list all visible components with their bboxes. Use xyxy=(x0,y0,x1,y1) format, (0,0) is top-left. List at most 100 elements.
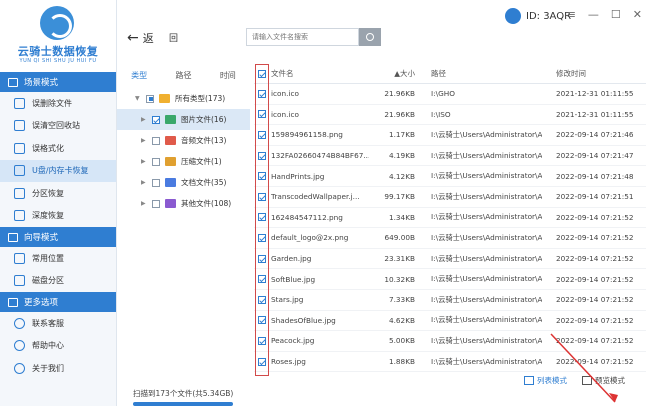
app-logo: 云骑士数据恢复 YUN QI SHI SHU JU HUI FU xyxy=(0,0,116,72)
nav-item-disk-partition[interactable]: 磁盘分区 xyxy=(0,270,116,293)
category-images[interactable]: ▶ 图片文件(16) xyxy=(117,109,250,130)
nav-item-contact-support[interactable]: 联系客服 xyxy=(0,312,116,335)
recover-button[interactable] xyxy=(133,402,233,406)
search-input[interactable] xyxy=(246,28,359,46)
file-date: 2022-09-14 07:21:52 xyxy=(556,233,634,243)
file-date: 2022-09-14 07:21:51 xyxy=(556,192,634,202)
nav-item-usb-recovery[interactable]: U盘/内存卡恢复 xyxy=(0,159,116,182)
category-audio[interactable]: ▶ 音频文件(13) xyxy=(117,130,250,151)
partition-icon xyxy=(14,187,25,199)
section-wizard-mode[interactable]: 向导模式 xyxy=(0,227,116,247)
nav-item-deleted-files[interactable]: 误删除文件 xyxy=(0,92,116,115)
tab-time[interactable]: 时间 xyxy=(206,70,250,81)
category-other[interactable]: ▶ 其他文件(108) xyxy=(117,193,250,214)
column-name[interactable]: 文件名 xyxy=(269,68,369,79)
back-button[interactable]: ← 返 xyxy=(127,30,154,46)
tab-type[interactable]: 类型 xyxy=(117,70,161,81)
file-path: I:\云骑士\Users\Administrator\Ap... xyxy=(431,315,542,325)
file-path: I:\云骑士\Users\Administrator\Ap... xyxy=(431,212,542,222)
category-list: ▼ 所有类型(173) ▶ 图片文件(16) ▶ 音频文件(13) ▶ 压缩文件… xyxy=(117,88,250,214)
file-date: 2022-09-14 07:21:52 xyxy=(556,274,634,284)
expand-icon[interactable]: ▶ xyxy=(141,137,147,144)
expand-icon[interactable]: ▶ xyxy=(141,200,147,207)
table-row[interactable]: 132FA02660474B84BF67... 4.19KB I:\云骑士\User… xyxy=(254,146,646,167)
category-checkbox[interactable] xyxy=(152,178,160,187)
file-size: 99.17KB xyxy=(384,192,415,202)
category-archive[interactable]: ▶ 压缩文件(1) xyxy=(117,151,250,172)
help-icon xyxy=(14,340,25,352)
file-size: 4.62KB xyxy=(388,315,415,325)
file-date: 2022-09-14 07:21:52 xyxy=(556,254,634,264)
file-size: 10.32KB xyxy=(384,274,415,284)
table-row[interactable]: 159894961158.png 1.17KB I:\云骑士\Users\Admin… xyxy=(254,125,646,146)
table-row[interactable]: Stars.jpg 7.33KB I:\云骑士\Users\Administrato… xyxy=(254,290,646,311)
nav-item-about[interactable]: 关于我们 xyxy=(0,357,116,380)
column-size[interactable]: ▲大小 xyxy=(369,68,419,79)
expand-icon[interactable]: ▶ xyxy=(141,116,147,123)
tab-path[interactable]: 路径 xyxy=(161,70,205,81)
file-path: I:\云骑士\Users\Administrator\Ap... xyxy=(431,191,542,201)
file-table: 文件名 ▲大小 路径 修改时间 icon.ico 21.96KB I:\GHO 202… xyxy=(254,64,646,373)
table-row[interactable]: SoftBlue.jpg 10.32KB I:\云骑士\Users\Administ… xyxy=(254,269,646,290)
nav-item-common-locations[interactable]: 常用位置 xyxy=(0,247,116,270)
file-path: I:\GHO xyxy=(431,89,455,99)
expand-icon[interactable]: ▶ xyxy=(141,158,147,165)
nav-item-recycle-bin[interactable]: 误清空回收站 xyxy=(0,115,116,138)
table-header: 文件名 ▲大小 路径 修改时间 xyxy=(254,64,646,84)
file-size: 4.12KB xyxy=(388,171,415,181)
category-checkbox[interactable] xyxy=(152,115,160,124)
maximize-icon[interactable]: ☐ xyxy=(611,8,621,21)
nav-item-help-center[interactable]: 帮助中心 xyxy=(0,335,116,358)
return-button[interactable]: 回 xyxy=(169,31,178,44)
expand-icon[interactable]: ▶ xyxy=(141,179,147,186)
logo-icon xyxy=(40,6,74,40)
section-scene-mode[interactable]: 场景模式 xyxy=(0,72,116,92)
file-name: 159894961158.png xyxy=(271,130,343,140)
file-path: I:\云骑士\Users\Administrator\Ap... xyxy=(431,129,542,139)
file-path: I:\云骑士\Users\Administrator\Ap... xyxy=(431,150,542,160)
table-row[interactable]: ShadesOfBlue.jpg 4.62KB I:\云骑士\Users\Admin… xyxy=(254,311,646,332)
category-checkbox[interactable] xyxy=(152,157,160,166)
nav-item-partition-recovery[interactable]: 分区恢复 xyxy=(0,182,116,205)
table-row[interactable]: Garden.jpg 23.31KB I:\云骑士\Users\Administra… xyxy=(254,249,646,270)
table-row[interactable]: default_logo@2x.png 649.00B I:\云骑士\Users\A… xyxy=(254,228,646,249)
category-checkbox[interactable] xyxy=(152,136,160,145)
category-tabs: 类型 路径 时间 xyxy=(117,66,250,84)
category-documents[interactable]: ▶ 文档文件(35) xyxy=(117,172,250,193)
annotation-arrow-icon xyxy=(550,333,618,403)
section-more-options[interactable]: 更多选项 xyxy=(0,292,116,312)
file-date: 2021-12-31 01:11:55 xyxy=(556,89,634,99)
file-date: 2022-09-14 07:21:48 xyxy=(556,171,634,181)
menu-icon[interactable]: ≡ xyxy=(567,8,576,21)
column-path[interactable]: 路径 xyxy=(419,68,542,79)
category-checkbox[interactable] xyxy=(152,199,160,208)
file-size: 21.96KB xyxy=(384,89,415,99)
table-row[interactable]: icon.ico 21.96KB I:\GHO 2021-12-31 01:11:55 xyxy=(254,84,646,105)
document-file-icon xyxy=(165,178,176,187)
table-row[interactable]: HandPrints.jpg 4.12KB I:\云骑士\Users\Adminis… xyxy=(254,166,646,187)
close-icon[interactable]: ✕ xyxy=(633,8,642,21)
file-size: 4.19KB xyxy=(388,151,415,161)
category-all[interactable]: ▼ 所有类型(173) xyxy=(117,88,250,109)
table-row[interactable]: 162484547112.png 1.34KB I:\云骑士\Users\Admin… xyxy=(254,208,646,229)
table-row[interactable]: icon.ico 21.96KB I:\ISO 2021-12-31 01:11:55 xyxy=(254,105,646,126)
file-name: Garden.jpg xyxy=(271,254,312,264)
file-path: I:\云骑士\Users\Administrator\Ap... xyxy=(431,171,542,181)
minimize-icon[interactable]: — xyxy=(588,8,599,21)
search-button[interactable] xyxy=(359,28,381,46)
file-name: TranscodedWallpaper.j... xyxy=(271,192,360,202)
nav-item-deep-recovery[interactable]: 深度恢复 xyxy=(0,205,116,228)
collapse-icon[interactable]: ▼ xyxy=(135,95,141,102)
column-date[interactable]: 修改时间 xyxy=(542,68,646,79)
file-size: 1.17KB xyxy=(388,130,415,140)
table-row[interactable]: TranscodedWallpaper.j... 99.17KB I:\云骑士\Us… xyxy=(254,187,646,208)
scene-mode-icon xyxy=(8,77,18,87)
file-path: I:\云骑士\Users\Administrator\Ap... xyxy=(431,253,542,263)
top-bar: ← 返 回 ID: 3AQR ≡ — ☐ ✕ xyxy=(117,0,650,62)
account-info[interactable]: ID: 3AQR xyxy=(505,8,571,24)
archive-file-icon xyxy=(165,157,176,166)
nav-item-format[interactable]: 误格式化 xyxy=(0,137,116,160)
file-size: 21.96KB xyxy=(384,109,415,119)
wizard-mode-icon xyxy=(8,232,18,242)
category-checkbox[interactable] xyxy=(146,94,154,103)
